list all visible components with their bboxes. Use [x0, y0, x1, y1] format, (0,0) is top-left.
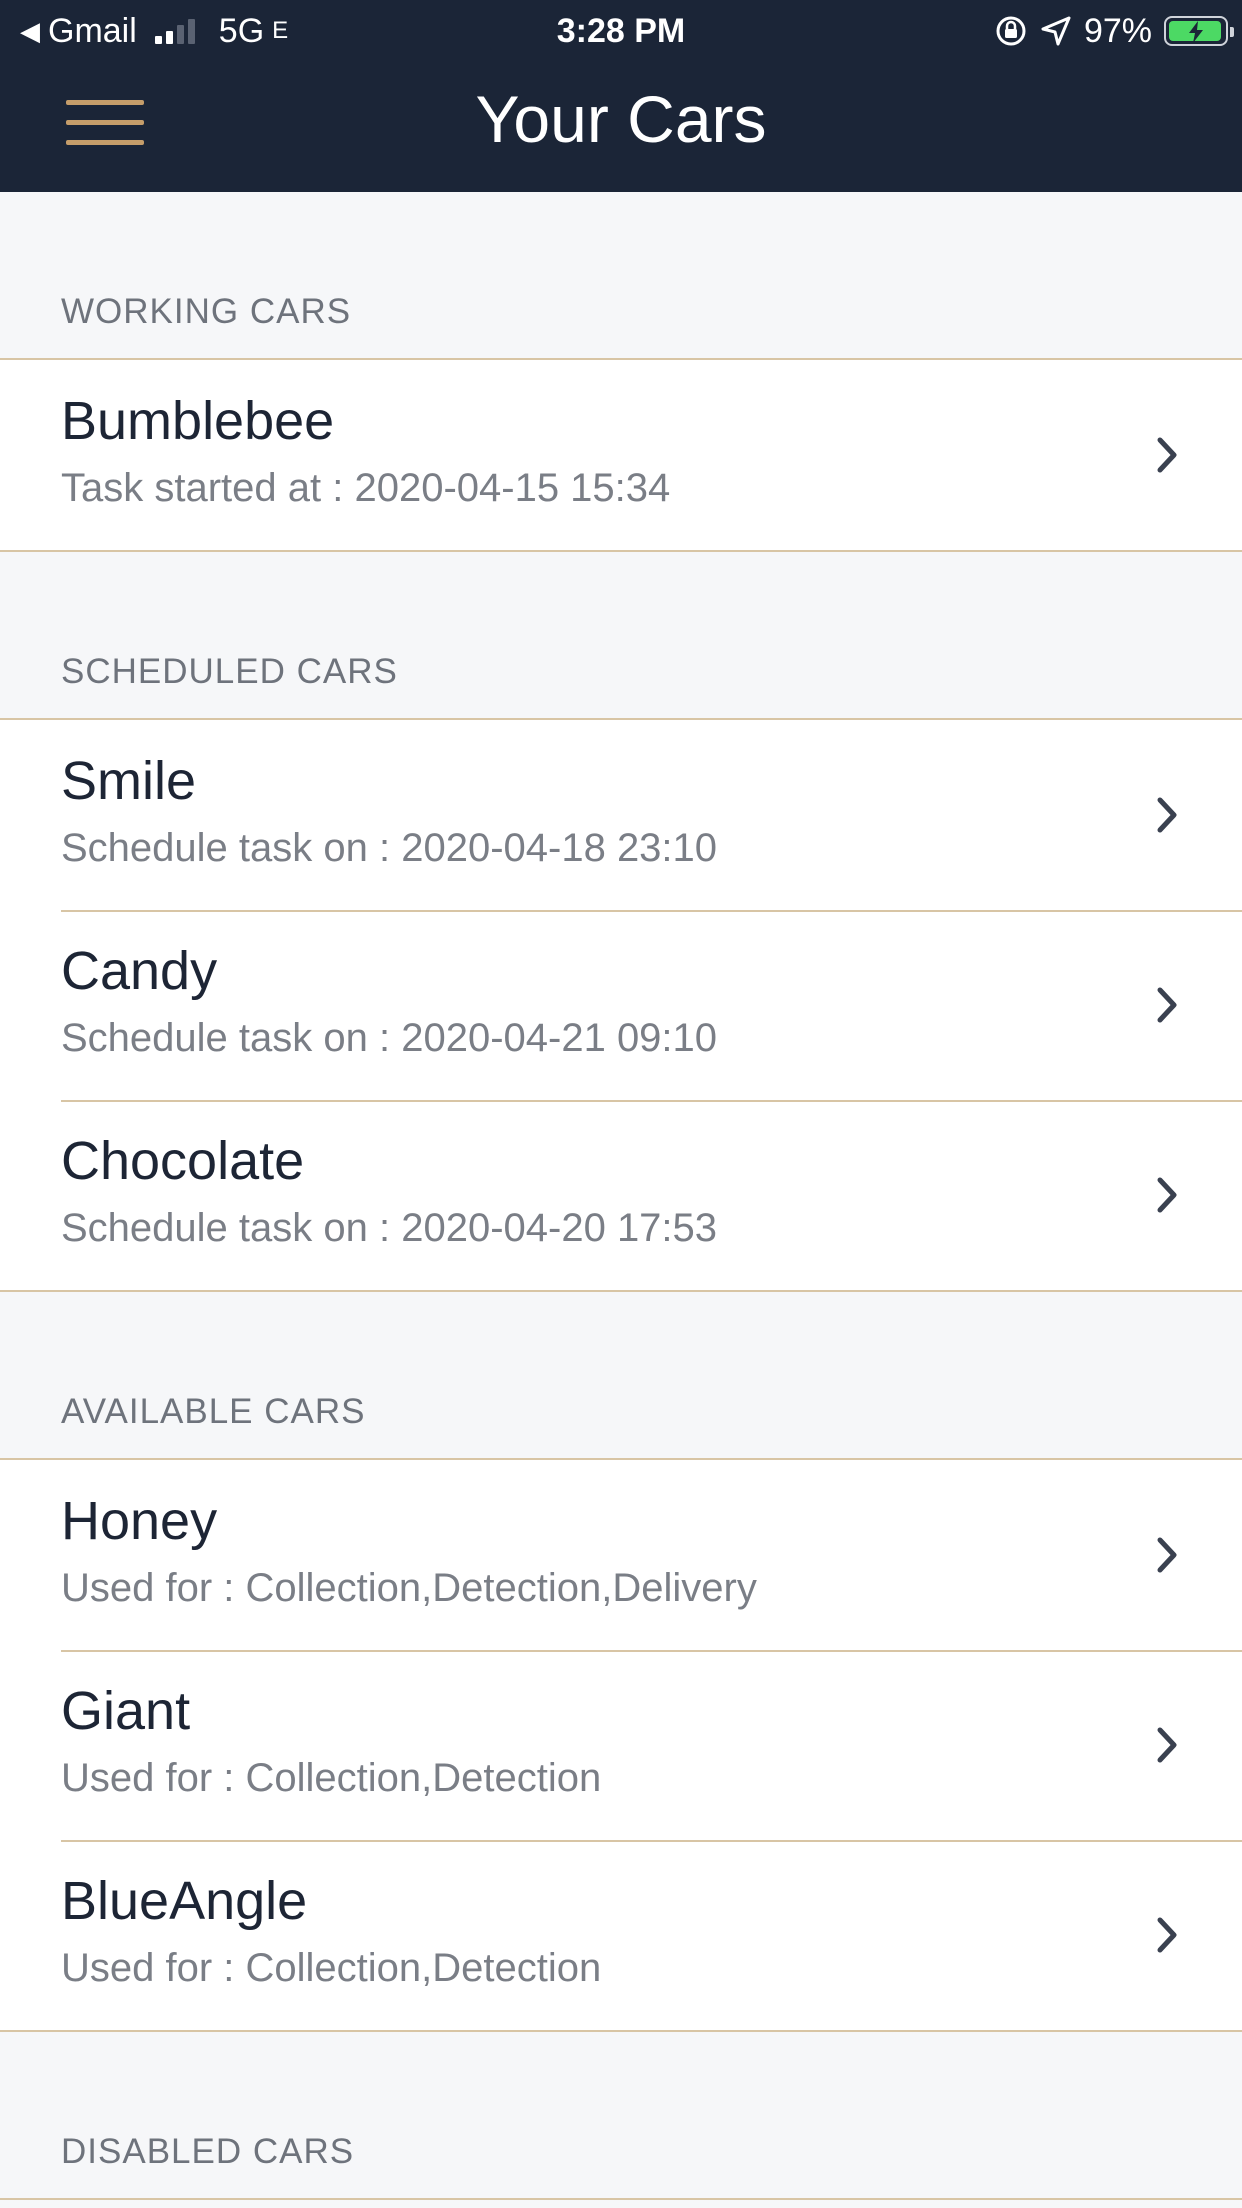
car-name: BlueAngle — [61, 1871, 308, 1931]
page-title: Your Cars — [475, 82, 767, 156]
car-detail: Schedule task on : 2020-04-20 17:53 — [61, 1206, 718, 1250]
car-detail: Task started at : 2020-04-15 15:34 — [61, 466, 671, 510]
car-row-chocolate[interactable]: Chocolate Schedule task on : 2020-04-20 … — [0, 1100, 1242, 1290]
status-bar: ◀ Gmail 5G E 3:28 PM 97% — [0, 0, 1242, 62]
app-header: ◀ Gmail 5G E 3:28 PM 97% Your Cars — [0, 0, 1242, 192]
chevron-right-icon — [1157, 1917, 1177, 1953]
car-name: Giant — [61, 1681, 191, 1741]
car-name: Smile — [61, 751, 197, 811]
available-cars-list: Honey Used for : Collection,Detection,De… — [0, 1458, 1242, 2032]
car-detail: Used for : Collection,Detection — [61, 1756, 602, 1800]
chevron-right-icon — [1157, 797, 1177, 833]
car-name: Candy — [61, 941, 218, 1001]
car-row-bumblebee[interactable]: Bumblebee Task started at : 2020-04-15 1… — [0, 360, 1242, 550]
car-detail: Used for : Collection,Detection,Delivery — [61, 1566, 757, 1610]
battery-level — [1169, 21, 1222, 43]
car-row-honey[interactable]: Honey Used for : Collection,Detection,De… — [0, 1460, 1242, 1650]
location-arrow-icon — [1041, 16, 1071, 46]
car-row-giant[interactable]: Giant Used for : Collection,Detection — [0, 1650, 1242, 1840]
car-name: Honey — [61, 1491, 218, 1551]
battery-icon — [1164, 16, 1234, 46]
orientation-lock-icon — [996, 16, 1026, 46]
battery-cap — [1230, 27, 1234, 37]
car-detail: Schedule task on : 2020-04-18 23:10 — [61, 826, 718, 870]
chevron-right-icon — [1157, 1537, 1177, 1573]
car-detail: Schedule task on : 2020-04-21 09:10 — [61, 1016, 718, 1060]
section-header-scheduled-cars: SCHEDULED CARS — [61, 652, 398, 691]
disabled-cars-list — [0, 2198, 1242, 2200]
chevron-right-icon — [1157, 1177, 1177, 1213]
battery-percentage: 97% — [1083, 12, 1152, 50]
car-name: Chocolate — [61, 1131, 305, 1191]
scheduled-cars-list: Smile Schedule task on : 2020-04-18 23:1… — [0, 718, 1242, 1292]
chevron-right-icon — [1157, 437, 1177, 473]
section-header-disabled-cars: DISABLED CARS — [61, 2132, 355, 2171]
section-header-available-cars: AVAILABLE CARS — [61, 1392, 366, 1431]
car-name: Bumblebee — [61, 391, 335, 451]
status-bar-right: 97% — [994, 12, 1234, 50]
car-row-smile[interactable]: Smile Schedule task on : 2020-04-18 23:1… — [0, 720, 1242, 910]
car-sections: WORKING CARS Bumblebee Task started at :… — [0, 192, 1242, 2200]
car-row-blueangle[interactable]: BlueAngle Used for : Collection,Detectio… — [0, 1840, 1242, 2030]
car-row-candy[interactable]: Candy Schedule task on : 2020-04-21 09:1… — [0, 910, 1242, 1100]
charging-bolt-icon — [1189, 21, 1203, 43]
chevron-right-icon — [1157, 987, 1177, 1023]
section-header-working-cars: WORKING CARS — [61, 292, 352, 331]
car-detail: Used for : Collection,Detection — [61, 1946, 602, 1990]
working-cars-list: Bumblebee Task started at : 2020-04-15 1… — [0, 358, 1242, 552]
chevron-right-icon — [1157, 1727, 1177, 1763]
